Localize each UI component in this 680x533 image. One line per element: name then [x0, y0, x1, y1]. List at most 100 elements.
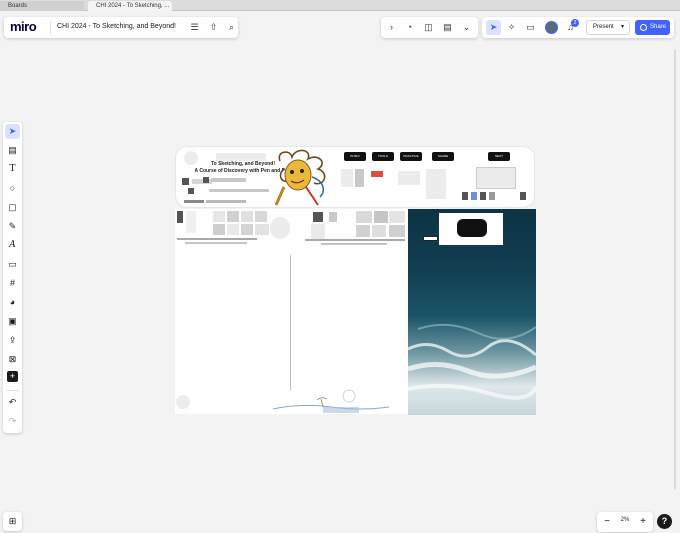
author-info [211, 178, 246, 182]
sketch-thumbnail [213, 211, 225, 222]
course-logo [184, 151, 198, 165]
author-photo [188, 188, 194, 194]
skyline-sketch [216, 153, 266, 161]
palette-icon[interactable]: ◕ [5, 295, 20, 310]
notification-badge: 3 [571, 19, 579, 27]
chevron-right-icon[interactable]: › [386, 22, 397, 33]
thumbnail [462, 192, 468, 200]
black-splash-badge: PRACTICE [400, 152, 422, 161]
divider [50, 21, 51, 34]
zoom-controls: − 2% + [597, 512, 653, 532]
photo-label-tag [423, 236, 438, 241]
browser-tab-boards[interactable]: Boards [0, 1, 84, 11]
sketch-thumbnail [255, 224, 269, 235]
scrollbar[interactable] [674, 49, 676, 489]
board-banner-frame[interactable]: To Sketching, and Beyond! A Course of Di… [175, 146, 535, 208]
black-splash-badge: SHARE [432, 152, 454, 161]
image-icon[interactable]: ▣ [5, 314, 20, 329]
thumbnail [480, 192, 486, 200]
course-logo [176, 395, 190, 409]
instruction-text [185, 242, 247, 244]
sketch-thumbnail [356, 211, 372, 223]
search-icon[interactable]: ⌕ [226, 22, 237, 33]
ocean-photo-frame[interactable] [408, 209, 536, 415]
circle-icon[interactable]: ○ [5, 181, 20, 196]
present-button[interactable]: Present ▾ [586, 20, 630, 35]
sketch-thumbnail [270, 217, 290, 239]
thumbnail [341, 169, 353, 187]
plus-square-icon[interactable]: + [7, 371, 18, 382]
sketch-thumbnail [389, 225, 405, 237]
present-label: Present [593, 24, 614, 30]
sticky-note-icon[interactable]: ▢ [5, 200, 20, 215]
more-icon[interactable]: ⌄ [461, 22, 472, 33]
upload-icon[interactable]: ⇪ [5, 333, 20, 348]
sketch-thumbnail [329, 212, 337, 222]
browser-tab-board[interactable]: CHI 2024 - To Sketching, ... [88, 1, 172, 11]
comment-icon[interactable]: ▭ [5, 257, 20, 272]
sketch-thumbnail [213, 224, 225, 235]
black-splash-badge [457, 219, 487, 237]
comment-icon[interactable]: ▭ [525, 22, 536, 33]
frames-grid-icon[interactable]: ⊞ [3, 512, 22, 531]
author-photo [203, 177, 209, 183]
notes-icon[interactable]: ▤ [442, 22, 453, 33]
frame-tool-icon[interactable]: # [5, 276, 20, 291]
apps-icon[interactable]: ⊠ [5, 352, 20, 367]
share-label: Share [650, 24, 667, 30]
thumbnail [520, 192, 526, 200]
black-splash-badge: INTRO [344, 152, 366, 161]
instruction-text [305, 239, 405, 241]
cursor-select-icon[interactable]: ➤ [486, 20, 501, 35]
schedule-panel [426, 169, 446, 199]
sketch-thumbnail [227, 211, 239, 222]
upload-icon[interactable]: ⇧ [208, 22, 219, 33]
help-button[interactable]: ? [657, 514, 672, 529]
thumbnail [398, 171, 420, 185]
author-logos [192, 179, 212, 184]
template-icon[interactable]: ▤ [5, 143, 20, 158]
sketch-thumbnail [389, 211, 405, 223]
sketch-thumbnail [356, 225, 370, 237]
divider [6, 390, 19, 391]
pen-icon[interactable]: ✎ [5, 219, 20, 234]
instruction-text [177, 238, 257, 240]
undo-icon[interactable]: ↶ [5, 395, 20, 410]
board-frame-middle[interactable] [272, 209, 408, 414]
sketch-thumbnail [241, 224, 253, 235]
zoom-out-button[interactable]: − [601, 515, 613, 529]
list-card [476, 167, 516, 189]
letter-a-icon[interactable]: A [5, 238, 20, 253]
sketch-thumbnail [313, 212, 323, 222]
black-splash-badge: NEXT [488, 152, 510, 161]
redo-icon[interactable]: ↷ [5, 414, 20, 429]
zoom-in-button[interactable]: + [637, 515, 649, 529]
sketch-thumbnail [255, 211, 267, 222]
left-toolbar: ➤ ▤ T ○ ▢ ✎ A ▭ # ◕ ▣ ⇪ ⊠ + ↶ ↷ [3, 122, 22, 433]
sketch-thumbnail [372, 225, 386, 237]
zoom-level[interactable]: 2% [617, 517, 633, 523]
menu-icon[interactable]: ☰ [189, 22, 200, 33]
sketch-thumbnail [241, 211, 253, 222]
celebrate-icon[interactable]: ✧ [506, 22, 517, 33]
beach-sketch [272, 389, 390, 413]
thumbnail [489, 192, 495, 200]
avatar[interactable] [545, 21, 558, 34]
author-info [209, 189, 269, 192]
board-tools-panel: › ◔ ◫ ▤ ⌄ [381, 17, 478, 38]
cursor-icon[interactable]: ➤ [5, 124, 20, 139]
board-title[interactable]: CHI 2024 - To Sketching, and Beyond! [57, 23, 176, 30]
sketch-thumbnail [177, 211, 183, 223]
pencil-mascot-drawing [274, 149, 326, 206]
social-icons [184, 200, 204, 203]
miro-logo[interactable]: miro [10, 19, 37, 34]
text-icon[interactable]: T [5, 162, 20, 177]
board-frame-left[interactable] [175, 209, 291, 414]
photo-popup-card [439, 213, 503, 245]
share-button[interactable]: Share [635, 20, 670, 35]
black-splash-badge: TOOLS [372, 152, 394, 161]
frame-icon[interactable]: ◫ [423, 22, 434, 33]
sketch-thumbnail [227, 224, 239, 235]
chevron-down-icon: ▾ [620, 24, 624, 30]
timer-icon[interactable]: ◔ [404, 22, 415, 33]
